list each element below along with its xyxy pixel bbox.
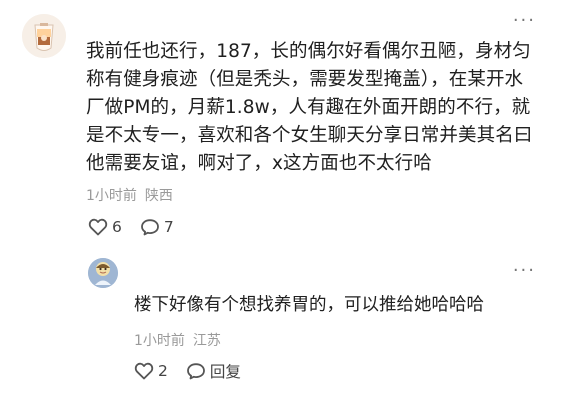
main-comment-meta: 1小时前 陕西 — [86, 185, 173, 205]
reply-comment-meta: 1小时前 江苏 — [134, 330, 221, 350]
main-comment-location: 陕西 — [144, 188, 173, 204]
reply-like-count: 2 — [158, 362, 168, 380]
main-avatar[interactable] — [22, 14, 66, 58]
more-icon: ··· — [512, 10, 536, 31]
like-button[interactable]: 6 — [88, 218, 122, 236]
heart-icon — [134, 362, 154, 380]
heart-icon — [88, 218, 108, 236]
like-count: 6 — [112, 218, 122, 236]
reply-more-options-button[interactable]: ··· — [513, 262, 536, 280]
comment-button[interactable]: 7 — [140, 218, 174, 236]
more-options-button[interactable]: ··· — [513, 12, 536, 30]
comment-count: 7 — [163, 218, 174, 236]
more-icon: ··· — [512, 260, 536, 281]
reply-comment-location: 江苏 — [192, 333, 221, 349]
comment-icon — [140, 219, 159, 236]
reply-avatar[interactable] — [88, 258, 118, 288]
reply-label: 回复 — [209, 363, 241, 381]
reply-comment-time: 1小时前 — [134, 333, 185, 349]
reply-comment-actions: 2 回复 — [134, 360, 241, 382]
main-comment-actions: 6 7 — [88, 218, 174, 236]
comment-icon — [186, 363, 205, 380]
drink-avatar-icon — [22, 14, 66, 58]
reply-like-button[interactable]: 2 — [134, 362, 168, 380]
reply-button[interactable]: 回复 — [186, 360, 241, 382]
reply-comment-text: 楼下好像有个想找养胃的，可以推给她哈哈哈 — [134, 295, 484, 315]
main-comment-text: 我前任也还行，187，长的偶尔好看偶尔丑陋，身材匀称有健身痕迹（但是秃头，需要发… — [86, 41, 533, 174]
main-comment-time: 1小时前 — [86, 188, 137, 204]
cartoon-avatar-icon — [88, 258, 118, 288]
